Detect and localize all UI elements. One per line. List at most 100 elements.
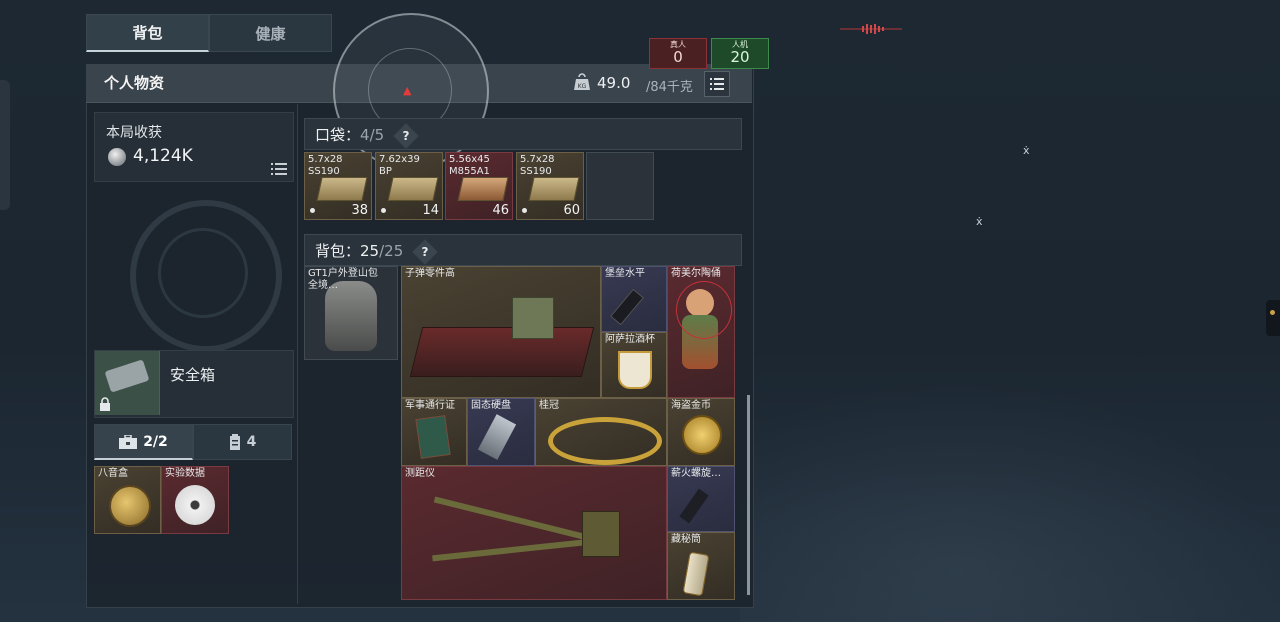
- item-spiral[interactable]: 薪火螺旋…: [667, 466, 735, 532]
- svg-text:KG: KG: [578, 83, 587, 90]
- pocket-slot-1[interactable]: 5.7x28 SS190 38: [304, 152, 372, 220]
- earnings-label: 本局收获: [106, 125, 162, 141]
- item-hidden-tube[interactable]: 藏秘筒: [667, 532, 735, 600]
- backpack-help-text: ?: [421, 244, 429, 259]
- item-name: 海盗金币: [671, 400, 711, 411]
- pocket-help-text: ?: [402, 128, 410, 143]
- map-marker-icon: ẋ: [976, 215, 983, 228]
- backpack-total: /25: [379, 242, 404, 260]
- tab-backpack[interactable]: 背包: [86, 14, 209, 52]
- pocket-label: 口袋：: [315, 126, 361, 144]
- ammo-box-image: [528, 177, 580, 201]
- item-name: 阿萨拉酒杯: [605, 334, 655, 345]
- top-tabs: 背包 健康: [86, 14, 332, 52]
- data-disc-image: [175, 485, 215, 525]
- rangefinder-leg-image: [432, 538, 592, 562]
- map-marker-icon: ẋ: [1023, 144, 1030, 157]
- item-count: 14: [422, 203, 439, 218]
- ssd-image: [477, 414, 517, 460]
- item-ssd[interactable]: 固态硬盘: [467, 398, 535, 466]
- cup-image: [618, 351, 652, 389]
- safe-box-label: 安全箱: [170, 366, 216, 384]
- backpack-label: 背包：: [315, 242, 361, 260]
- rangefinder-body-image: [582, 511, 620, 557]
- item-name: 荷美尔陶俑: [671, 268, 721, 279]
- pocket-slot-3[interactable]: 5.56x45 M855A1 46: [445, 152, 513, 220]
- item-hummel-figurine[interactable]: 荷美尔陶俑: [667, 266, 735, 398]
- backpack-help-icon[interactable]: ?: [412, 238, 438, 265]
- tab-canister[interactable]: 4: [193, 424, 292, 460]
- ammo-box-image: [457, 177, 509, 201]
- item-name: 实验数据: [165, 468, 205, 479]
- pocket-slot-empty[interactable]: [586, 152, 654, 220]
- briefcase-icon: [119, 434, 138, 449]
- right-edge-dot-icon: [1270, 310, 1275, 315]
- ammo-box-image: [387, 177, 439, 201]
- item-name: 薪火螺旋…: [671, 468, 721, 479]
- backpack-header: 背包：25/25 ?: [304, 234, 742, 266]
- pocket-total: /5: [369, 126, 385, 144]
- equipped-backpack-slot[interactable]: GT1户外登山包 全境…: [304, 266, 398, 360]
- pocket-help-icon[interactable]: ?: [393, 122, 419, 149]
- item-count: 38: [351, 203, 368, 218]
- rangefinder-leg-image: [433, 496, 601, 544]
- earnings-list-icon[interactable]: [271, 163, 287, 175]
- tab-health[interactable]: 健康: [209, 14, 332, 52]
- item-pirate-coin[interactable]: 海盗金币: [667, 398, 735, 466]
- player-marker-icon: ▲: [403, 84, 412, 97]
- briefcase-count: 2/2: [143, 433, 168, 450]
- silver-coin-icon: [108, 148, 126, 166]
- item-asara-cup[interactable]: 阿萨拉酒杯: [601, 332, 667, 398]
- ammo-box-image: [316, 177, 368, 201]
- left-edge-handle[interactable]: [0, 80, 10, 210]
- parts-box-image: [512, 297, 554, 339]
- bot-value: 20: [730, 48, 750, 66]
- background-haze: [740, 380, 1280, 622]
- status-dot-icon: [522, 208, 527, 213]
- pocket-header: 口袋：4/5 ?: [304, 118, 742, 150]
- right-edge-handle[interactable]: [1266, 300, 1280, 336]
- item-ammo-parts[interactable]: 子弹零件高: [401, 266, 601, 398]
- item-count: 46: [492, 203, 509, 218]
- earnings-value: 4,124K: [133, 146, 193, 166]
- music-box-image: [109, 485, 151, 527]
- pocket-slot-2[interactable]: 7.62x39 BP 14: [375, 152, 443, 220]
- real-player-counter: 真人 0: [649, 38, 707, 69]
- level-tool-image: [610, 288, 644, 326]
- item-name: 桂冠: [539, 400, 559, 411]
- backpack-name: GT1户外登山包 全境…: [308, 268, 378, 291]
- highlight-circle: [676, 281, 732, 339]
- item-military-pass[interactable]: 军事通行证: [401, 398, 467, 466]
- item-name: 固态硬盘: [471, 400, 511, 411]
- item-name: 八音盒: [98, 468, 128, 479]
- item-bastion-level[interactable]: 堡垒水平: [601, 266, 667, 332]
- kg-weight-icon: KG: [574, 73, 590, 90]
- item-experiment-data[interactable]: 实验数据: [161, 466, 229, 534]
- sort-list-button[interactable]: [704, 71, 730, 97]
- item-laurel-crown[interactable]: 桂冠: [535, 398, 667, 466]
- real-player-value: 0: [673, 48, 683, 66]
- crown-image: [548, 417, 662, 465]
- item-music-box[interactable]: 八音盒: [94, 466, 161, 534]
- item-name: 子弹零件高: [405, 268, 455, 279]
- status-dot-icon: [381, 208, 386, 213]
- weight-max: /84千克: [646, 80, 693, 95]
- item-name: 5.7x28 SS190: [308, 154, 343, 177]
- item-name: 7.62x39 BP: [379, 154, 420, 177]
- item-rangefinder[interactable]: 测距仪: [401, 466, 667, 600]
- list-icon: [710, 78, 724, 90]
- tab-briefcase[interactable]: 2/2: [94, 424, 193, 460]
- item-name: 测距仪: [405, 468, 435, 479]
- safe-box-image: [95, 351, 160, 415]
- item-name: 军事通行证: [405, 400, 455, 411]
- backpack-scrollbar[interactable]: [747, 395, 750, 595]
- tube-image: [682, 551, 710, 597]
- item-name: 堡垒水平: [605, 268, 645, 279]
- item-name: 5.7x28 SS190: [520, 154, 555, 177]
- bot-counter: 人机 20: [711, 38, 769, 69]
- weight-current: 49.0: [597, 74, 631, 92]
- pocket-slot-4[interactable]: 5.7x28 SS190 60: [516, 152, 584, 220]
- spiral-image: [679, 488, 709, 524]
- column-divider: [297, 104, 298, 604]
- container-tabs: 2/2 4: [94, 424, 292, 460]
